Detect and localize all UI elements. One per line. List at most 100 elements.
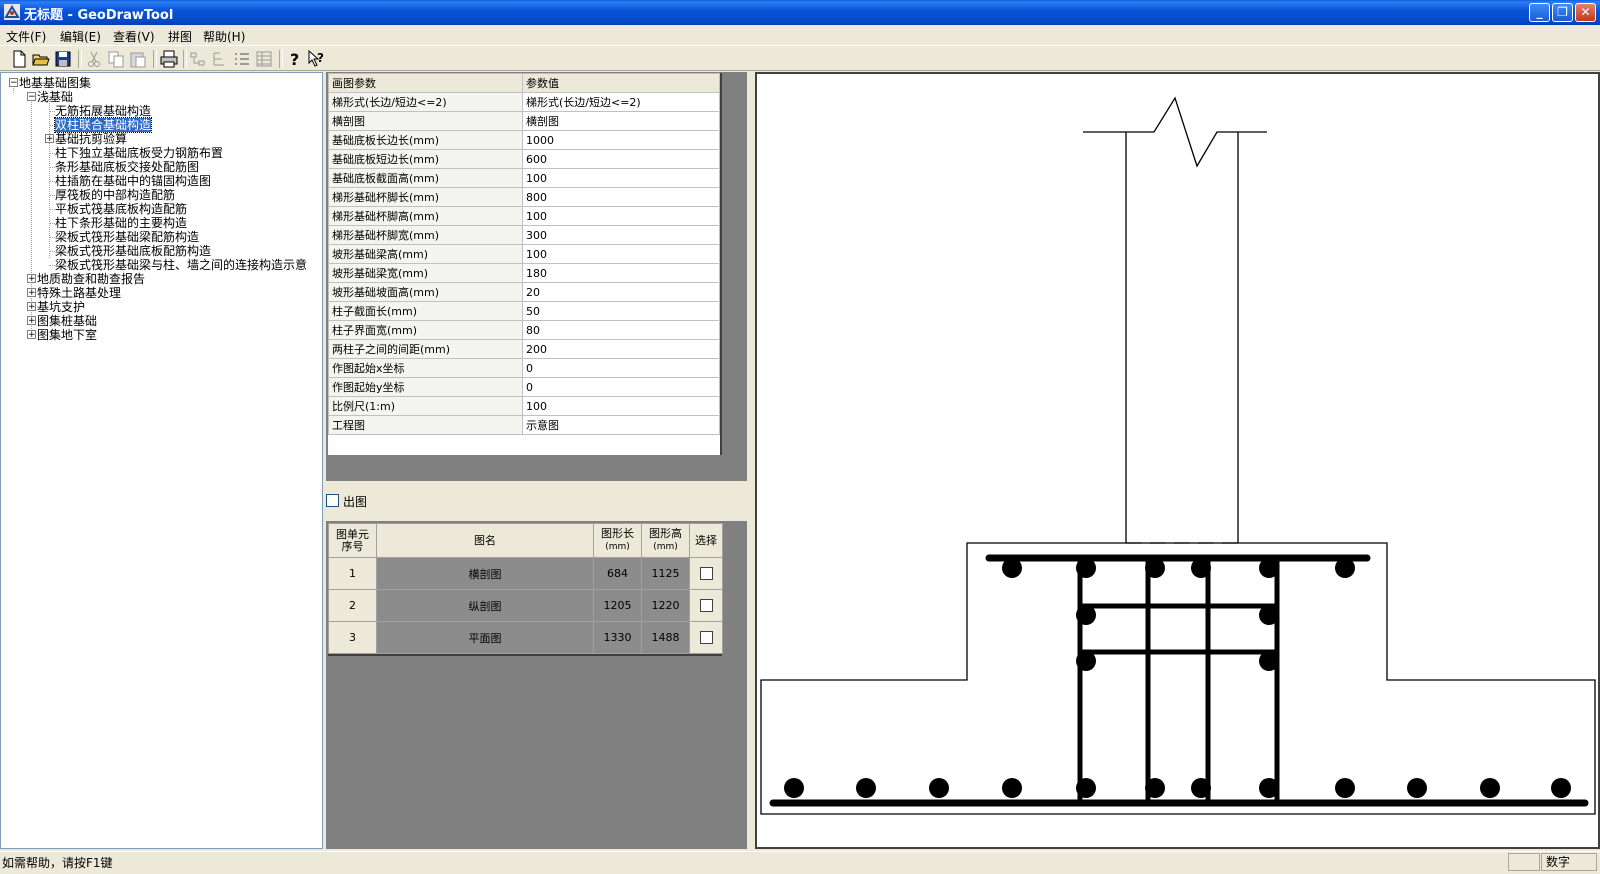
copy-icon[interactable] (106, 49, 126, 69)
figure-row[interactable]: 3 平面图 1330 1488 (328, 621, 723, 654)
tree-item[interactable]: 条形基础底板交接处配筋图 (55, 160, 199, 174)
save-icon[interactable] (53, 49, 73, 69)
param-row[interactable]: 作图起始x坐标 0 (328, 358, 720, 378)
param-value[interactable]: 示意图 (522, 415, 720, 435)
new-file-icon[interactable] (9, 49, 29, 69)
param-row[interactable]: 梯形基础杯脚宽(mm) 300 (328, 225, 720, 245)
tree-item[interactable]: 柱下独立基础底板受力钢筋布置 (55, 146, 223, 160)
param-row[interactable]: 坡形基础坡面高(mm) 20 (328, 282, 720, 302)
param-value[interactable]: 0 (522, 358, 720, 378)
param-row[interactable]: 梯形基础杯脚高(mm) 100 (328, 206, 720, 226)
menu-view[interactable]: 查看(V) (113, 28, 155, 45)
figure-row[interactable]: 2 纵剖图 1205 1220 (328, 589, 723, 622)
param-row[interactable]: 基础底板截面高(mm) 100 (328, 168, 720, 188)
help-icon[interactable]: ? (285, 49, 305, 69)
figure-select-checkbox[interactable] (699, 567, 713, 581)
tree-item[interactable]: 柱下条形基础的主要构造 (55, 216, 187, 230)
tree-item[interactable]: 无筋拓展基础构造 (55, 104, 151, 118)
param-value[interactable]: 梯形式(长边/短边<=2) (522, 92, 720, 112)
tree-item[interactable]: 图集桩基础 (37, 314, 97, 328)
tree-item[interactable]: 柱插筋在基础中的锚固构造图 (55, 174, 211, 188)
tree-item[interactable]: 基础抗剪验算 (55, 132, 127, 146)
minimize-button[interactable]: _ (1529, 3, 1550, 22)
param-value[interactable]: 20 (522, 282, 720, 302)
param-row[interactable]: 梯形式(长边/短边<=2) 梯形式(长边/短边<=2) (328, 92, 720, 112)
context-help-icon[interactable]: ? (307, 49, 327, 69)
tree-item[interactable]: 梁板式筏形基础梁配筋构造 (55, 230, 199, 244)
output-checkbox[interactable] (326, 494, 339, 507)
param-value[interactable]: 200 (522, 339, 720, 359)
param-value[interactable]: 80 (522, 320, 720, 340)
tree-item[interactable]: 平板式筏基底板构造配筋 (55, 202, 187, 216)
maximize-button[interactable]: ❐ (1552, 3, 1573, 22)
expand-icon[interactable]: + (27, 330, 36, 340)
menu-help[interactable]: 帮助(H) (203, 28, 245, 45)
param-name: 作图起始x坐标 (328, 358, 523, 378)
param-value[interactable]: 100 (522, 396, 720, 416)
category-tree[interactable]: 地基基础图集 − 浅基础 − 无筋拓展基础构造 双柱联合基础构造 基础抗剪验算 + 柱下独立基础… (0, 72, 323, 849)
tree-item[interactable]: 梁板式筏形基础底板配筋构造 (55, 244, 211, 258)
tree-item[interactable]: 特殊土路基处理 (37, 286, 121, 300)
param-name: 梯形基础杯脚长(mm) (328, 187, 523, 207)
param-row[interactable]: 两柱子之间的间距(mm) 200 (328, 339, 720, 359)
param-value[interactable]: 100 (522, 168, 720, 188)
svg-text:?: ? (317, 51, 324, 65)
param-row[interactable]: 作图起始y坐标 0 (328, 377, 720, 397)
parameter-grid[interactable]: 画图参数 参数值 梯形式(长边/短边<=2) 梯形式(长边/短边<=2) 横剖图 横剖… (328, 73, 722, 455)
param-value[interactable]: 横剖图 (522, 111, 720, 131)
menu-file[interactable]: 文件(F) (6, 28, 46, 45)
cut-icon[interactable] (84, 49, 104, 69)
details-icon[interactable] (254, 49, 274, 69)
param-value[interactable]: 50 (522, 301, 720, 321)
param-row[interactable]: 柱子界面宽(mm) 80 (328, 320, 720, 340)
view-icon[interactable] (188, 49, 208, 69)
tree-item[interactable]: 双柱联合基础构造 (53, 117, 153, 133)
menu-stitch[interactable]: 拼图 (168, 28, 192, 45)
param-row[interactable]: 坡形基础梁高(mm) 100 (328, 244, 720, 264)
param-value[interactable]: 100 (522, 244, 720, 264)
list-icon[interactable] (232, 49, 252, 69)
expand-icon[interactable]: + (27, 274, 36, 284)
tree-item[interactable]: 地基基础图集 (19, 76, 91, 90)
param-value[interactable]: 0 (522, 377, 720, 397)
figure-select-checkbox[interactable] (699, 599, 713, 613)
close-button[interactable]: ✕ (1575, 3, 1596, 22)
tree-item[interactable]: 厚筏板的中部构造配筋 (55, 188, 175, 202)
drawing-canvas[interactable] (755, 72, 1600, 849)
menu-edit[interactable]: 编辑(E) (60, 28, 101, 45)
paste-icon[interactable] (128, 49, 148, 69)
collapse-icon[interactable]: − (27, 92, 36, 102)
figure-row[interactable]: 1 横剖图 684 1125 (328, 557, 723, 590)
expand-icon[interactable]: + (27, 288, 36, 298)
param-value[interactable]: 800 (522, 187, 720, 207)
param-row[interactable]: 基础底板短边长(mm) 600 (328, 149, 720, 169)
param-value[interactable]: 1000 (522, 130, 720, 150)
expand-icon[interactable]: + (27, 302, 36, 312)
tree-item[interactable]: 图集地下室 (37, 328, 97, 342)
print-icon[interactable] (159, 49, 179, 69)
param-value[interactable]: 100 (522, 206, 720, 226)
open-folder-icon[interactable] (31, 49, 51, 69)
param-value[interactable]: 180 (522, 263, 720, 283)
tree-item[interactable]: 梁板式筏形基础梁与柱、墙之间的连接构造示意 (55, 258, 307, 272)
expand-icon[interactable]: + (45, 134, 54, 144)
figure-list-grid[interactable]: 图单元 序号 图名 图形长 (mm) 图形高 (mm) 选择 1 横剖图 684 1125 2… (328, 523, 723, 656)
tree-item-label: 图集桩基础 (37, 314, 98, 328)
figure-name: 横剖图 (376, 557, 594, 590)
tree-item[interactable]: 浅基础 (37, 90, 73, 104)
param-row[interactable]: 横剖图 横剖图 (328, 111, 720, 131)
figure-select-checkbox[interactable] (699, 631, 713, 645)
param-row[interactable]: 坡形基础梁宽(mm) 180 (328, 263, 720, 283)
param-row[interactable]: 工程图 示意图 (328, 415, 720, 435)
collapse-icon[interactable]: − (9, 78, 18, 88)
param-row[interactable]: 柱子截面长(mm) 50 (328, 301, 720, 321)
param-row[interactable]: 梯形基础杯脚长(mm) 800 (328, 187, 720, 207)
tree-icon[interactable] (210, 49, 230, 69)
param-row[interactable]: 基础底板长边长(mm) 1000 (328, 130, 720, 150)
param-value[interactable]: 600 (522, 149, 720, 169)
tree-item[interactable]: 基坑支护 (37, 300, 85, 314)
expand-icon[interactable]: + (27, 316, 36, 326)
tree-item[interactable]: 地质勘查和勘查报告 (37, 272, 145, 286)
param-value[interactable]: 300 (522, 225, 720, 245)
param-row[interactable]: 比例尺(1:m) 100 (328, 396, 720, 416)
